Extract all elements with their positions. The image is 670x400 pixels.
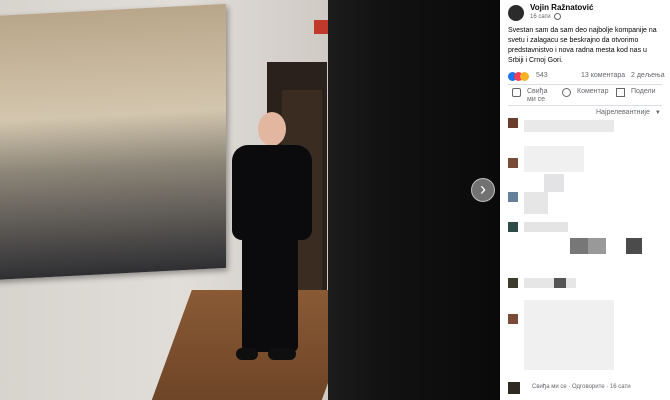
- floor: [148, 290, 328, 400]
- comment-sort[interactable]: Најрелевантније ▼: [596, 109, 661, 116]
- reactions-count[interactable]: 543: [536, 72, 548, 79]
- comment-blur: [554, 278, 566, 288]
- haha-reaction-icon: [520, 72, 529, 81]
- post-time: 16 сати: [530, 13, 562, 21]
- exit-sign: [314, 20, 328, 34]
- comment-blur: [588, 238, 606, 254]
- comment-avatar: [508, 118, 518, 128]
- person-head: [258, 112, 286, 146]
- share-button-label: Подели: [631, 88, 656, 95]
- comment-avatar: [508, 382, 520, 394]
- comment-button[interactable]: Коментар: [562, 86, 608, 106]
- comment-blur: [524, 300, 614, 370]
- photo-dark-side: [328, 0, 500, 400]
- comment-button-label: Коментар: [577, 88, 609, 95]
- share-button[interactable]: Подели: [616, 86, 656, 106]
- canvas-art: [0, 3, 226, 281]
- post-time-text: 16 сати: [530, 14, 551, 21]
- author-name[interactable]: Vojin Ražnatović: [530, 3, 593, 12]
- comments-count[interactable]: 13 коментара: [581, 72, 625, 79]
- globe-icon: [554, 13, 562, 20]
- reactions-row: 543 13 коментара 2 дељења: [508, 72, 665, 82]
- comment-icon: [562, 88, 571, 97]
- comment-blur: [570, 238, 588, 254]
- avatar[interactable]: [508, 5, 524, 21]
- comment-avatar: [508, 158, 518, 168]
- post-text: Svestan sam da sam deo najbolje kompanij…: [508, 27, 657, 64]
- comment-blur: [524, 192, 548, 214]
- photo-viewer: ›: [0, 0, 500, 400]
- comment-blur: [524, 146, 584, 172]
- chevron-right-icon: ›: [480, 179, 486, 199]
- comment-blur: [544, 174, 564, 192]
- comment-avatar: [508, 192, 518, 202]
- share-icon: [616, 88, 625, 97]
- person-shoe-right: [268, 348, 296, 360]
- post-header: Vojin Ražnatović 16 сати: [508, 3, 663, 23]
- comment-avatar: [508, 222, 518, 232]
- person-legs: [242, 232, 298, 352]
- photo: [0, 0, 328, 400]
- comment-avatar: [508, 314, 518, 324]
- like-icon: [512, 88, 521, 97]
- comment-blur: [524, 222, 568, 232]
- next-photo-button[interactable]: ›: [471, 178, 495, 202]
- comment-avatar: [508, 278, 518, 288]
- shares-count[interactable]: 2 дељења: [631, 72, 665, 79]
- post-actions: Свиђа ми се Коментар Подели: [508, 86, 664, 106]
- canvas-print: [0, 3, 226, 281]
- divider: [508, 105, 662, 106]
- pixelated-comments: [508, 118, 668, 400]
- comment-blur: [626, 238, 642, 254]
- person-torso: [232, 145, 312, 240]
- comment-blur: [524, 120, 614, 132]
- person-shoe-left: [236, 348, 258, 360]
- like-button-label: Свиђа ми се: [527, 88, 548, 103]
- comment-blur: [524, 278, 576, 288]
- chevron-down-icon: ▼: [654, 110, 661, 116]
- like-button[interactable]: Свиђа ми се: [512, 86, 549, 106]
- comment-sort-label: Најрелевантније: [596, 109, 650, 116]
- divider: [508, 84, 662, 85]
